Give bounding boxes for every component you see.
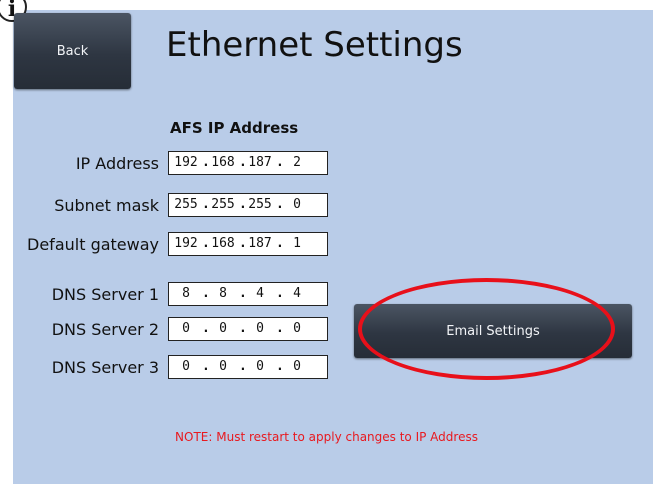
octet-4[interactable]: 0 <box>283 197 311 213</box>
octet-2[interactable]: 0 <box>209 321 237 337</box>
octet-3[interactable]: 187 <box>246 155 274 171</box>
dns-server-2-label: DNS Server 2 <box>51 320 159 339</box>
octet-1[interactable]: 192 <box>172 236 200 252</box>
octet-1[interactable]: 0 <box>172 321 200 337</box>
dns-server-2-field[interactable]: 0 . 0 . 0 . 0 <box>168 317 328 341</box>
octet-4[interactable]: 1 <box>283 236 311 252</box>
octet-1[interactable]: 192 <box>172 155 200 171</box>
email-settings-button[interactable]: Email Settings <box>354 304 632 358</box>
octet-3[interactable]: 0 <box>246 359 274 375</box>
dns-server-1-field[interactable]: 8 . 8 . 4 . 4 <box>168 282 328 306</box>
octet-4[interactable]: 0 <box>283 321 311 337</box>
octet-3[interactable]: 4 <box>246 286 274 302</box>
octet-4[interactable]: 0 <box>283 359 311 375</box>
subnet-mask-field[interactable]: 255 . 255 . 255 . 0 <box>168 193 328 217</box>
octet-1[interactable]: 255 <box>172 197 200 213</box>
ip-address-label: IP Address <box>75 154 159 173</box>
octet-1[interactable]: 8 <box>172 286 200 302</box>
dns-server-3-field[interactable]: 0 . 0 . 0 . 0 <box>168 355 328 379</box>
octet-2[interactable]: 168 <box>209 236 237 252</box>
octet-4[interactable]: 2 <box>283 155 311 171</box>
screen: i Back Ethernet Settings AFS IP Address … <box>0 0 653 484</box>
ip-address-field[interactable]: 192 . 168 . 187 . 2 <box>168 151 328 175</box>
octet-2[interactable]: 8 <box>209 286 237 302</box>
octet-2[interactable]: 255 <box>209 197 237 213</box>
restart-note: NOTE: Must restart to apply changes to I… <box>175 430 478 444</box>
octet-3[interactable]: 187 <box>246 236 274 252</box>
dns-server-3-label: DNS Server 3 <box>51 358 159 377</box>
octet-1[interactable]: 0 <box>172 359 200 375</box>
dns-server-1-label: DNS Server 1 <box>51 285 159 304</box>
octet-2[interactable]: 0 <box>209 359 237 375</box>
section-heading: AFS IP Address <box>170 119 299 137</box>
subnet-mask-label: Subnet mask <box>54 196 159 215</box>
default-gateway-label: Default gateway <box>27 235 159 254</box>
default-gateway-field[interactable]: 192 . 168 . 187 . 1 <box>168 232 328 256</box>
octet-3[interactable]: 0 <box>246 321 274 337</box>
octet-2[interactable]: 168 <box>209 155 237 171</box>
octet-3[interactable]: 255 <box>246 197 274 213</box>
octet-4[interactable]: 4 <box>283 286 311 302</box>
page-title: Ethernet Settings <box>166 25 463 65</box>
back-button[interactable]: Back <box>14 13 131 89</box>
